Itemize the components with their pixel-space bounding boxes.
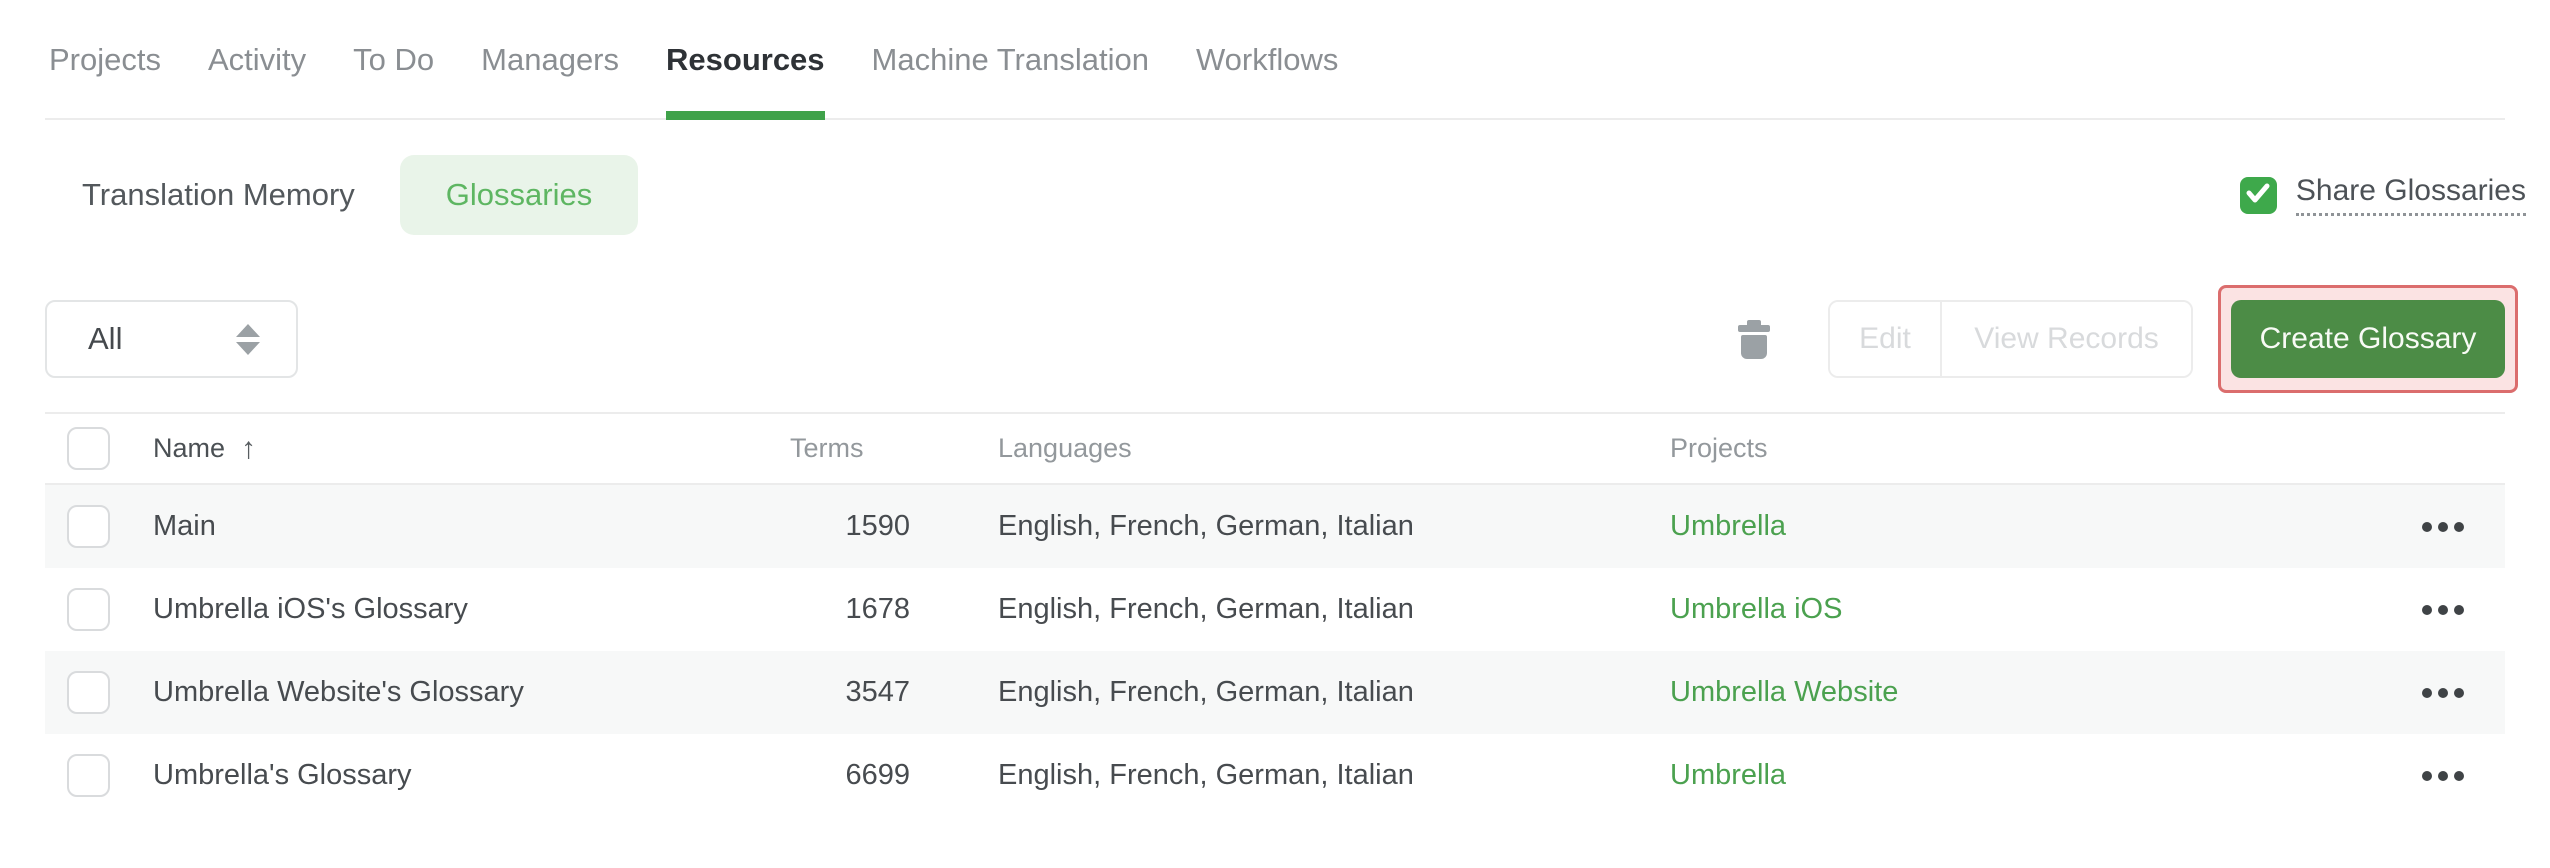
share-glossaries-checkbox[interactable] xyxy=(2239,176,2277,214)
table-row: Umbrella's Glossary 6699 English, French… xyxy=(45,734,2505,817)
table-row: Umbrella iOS's Glossary 1678 English, Fr… xyxy=(45,568,2505,651)
sort-ascending-icon: ↑ xyxy=(241,431,257,465)
glossary-name: Umbrella iOS's Glossary xyxy=(153,593,468,625)
table-row: Umbrella Website's Glossary 3547 English… xyxy=(45,651,2505,734)
checkmark-icon xyxy=(2246,183,2270,208)
nav-tab-todo[interactable]: To Do xyxy=(353,42,434,118)
glossary-name: Umbrella Website's Glossary xyxy=(153,676,524,708)
tab-translation-memory[interactable]: Translation Memory xyxy=(82,177,355,213)
select-all-checkbox[interactable] xyxy=(67,427,110,470)
tab-glossaries[interactable]: Glossaries xyxy=(399,155,639,235)
view-records-button[interactable]: View Records xyxy=(1942,302,2191,376)
edit-view-button-group: Edit View Records xyxy=(1828,300,2193,378)
filter-selected-value: All xyxy=(88,321,123,356)
column-header-projects[interactable]: Projects xyxy=(1670,433,2380,464)
row-menu-icon[interactable] xyxy=(2418,595,2468,625)
nav-tab-workflows[interactable]: Workflows xyxy=(1196,42,1338,118)
glossary-filter-dropdown[interactable]: All xyxy=(45,300,298,378)
row-checkbox[interactable] xyxy=(67,505,110,548)
column-header-terms[interactable]: Terms xyxy=(790,433,910,464)
project-link[interactable]: Umbrella xyxy=(1670,759,2380,792)
column-header-languages[interactable]: Languages xyxy=(910,433,1670,464)
column-header-name[interactable]: Name ↑ xyxy=(153,433,790,464)
nav-tab-managers[interactable]: Managers xyxy=(481,42,619,118)
share-glossaries-control: Share Glossaries xyxy=(2239,174,2526,216)
create-glossary-button[interactable]: Create Glossary xyxy=(2231,300,2505,378)
nav-tab-machine-translation[interactable]: Machine Translation xyxy=(872,42,1149,118)
delete-button[interactable] xyxy=(1737,319,1771,359)
main-navigation: Projects Activity To Do Managers Resourc… xyxy=(45,0,2505,120)
resources-subtabs: Translation Memory Glossaries Share Glos… xyxy=(45,155,2526,235)
glossary-languages: English, French, German, Italian xyxy=(998,510,1414,542)
table-body: Main 1590 English, French, German, Itali… xyxy=(45,485,2505,817)
row-menu-icon[interactable] xyxy=(2418,678,2468,708)
project-link[interactable]: Umbrella xyxy=(1670,510,2380,543)
glossary-terms-count: 6699 xyxy=(845,759,910,791)
glossary-name: Umbrella's Glossary xyxy=(153,759,412,791)
project-link[interactable]: Umbrella iOS xyxy=(1670,593,2380,626)
table-row: Main 1590 English, French, German, Itali… xyxy=(45,485,2505,568)
nav-tab-resources[interactable]: Resources xyxy=(666,42,825,120)
row-checkbox[interactable] xyxy=(67,671,110,714)
glossaries-table: Name ↑ Terms Languages Projects Main 159… xyxy=(45,412,2505,817)
glossary-terms-count: 1590 xyxy=(845,510,910,542)
share-glossaries-label[interactable]: Share Glossaries xyxy=(2295,174,2526,216)
nav-tab-activity[interactable]: Activity xyxy=(208,42,306,118)
row-checkbox[interactable] xyxy=(67,754,110,797)
glossary-toolbar: All Edit View Records Create Glossary xyxy=(45,285,2518,393)
glossary-languages: English, French, German, Italian xyxy=(998,676,1414,708)
row-menu-icon[interactable] xyxy=(2418,512,2468,542)
project-link[interactable]: Umbrella Website xyxy=(1670,676,2380,709)
glossary-name: Main xyxy=(153,510,216,542)
glossary-terms-count: 1678 xyxy=(845,593,910,625)
edit-button[interactable]: Edit xyxy=(1830,302,1942,376)
trash-icon xyxy=(1738,319,1770,359)
annotation-highlight: Create Glossary xyxy=(2218,285,2518,393)
row-menu-icon[interactable] xyxy=(2418,761,2468,791)
table-header-row: Name ↑ Terms Languages Projects xyxy=(45,412,2505,485)
glossary-languages: English, French, German, Italian xyxy=(998,593,1414,625)
nav-tab-projects[interactable]: Projects xyxy=(49,42,161,118)
select-arrows-icon xyxy=(236,323,260,355)
glossary-languages: English, French, German, Italian xyxy=(998,759,1414,791)
glossary-terms-count: 3547 xyxy=(845,676,910,708)
row-checkbox[interactable] xyxy=(67,588,110,631)
